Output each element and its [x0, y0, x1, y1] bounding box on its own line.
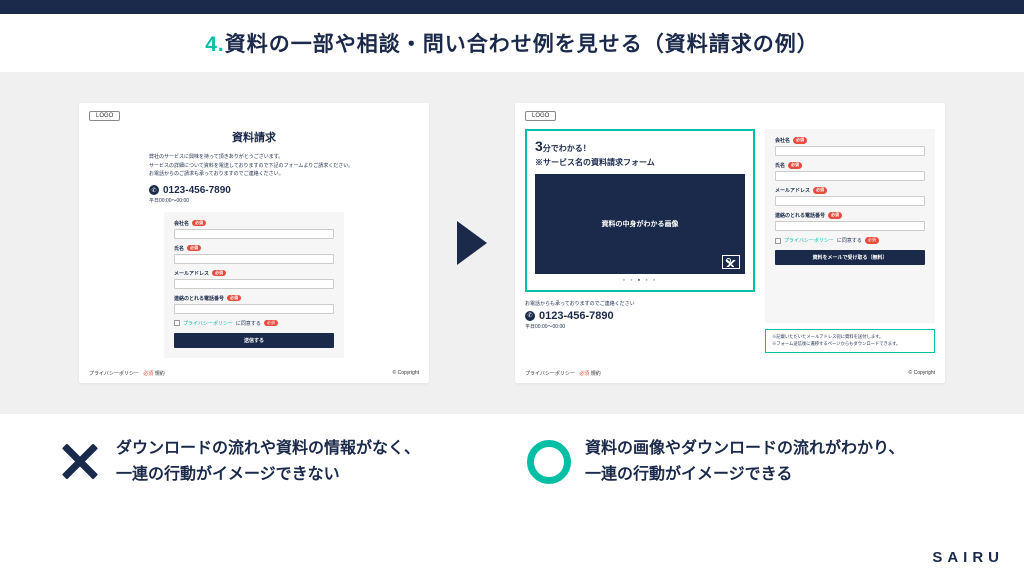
tel-number: 0123-456-7890 — [539, 310, 614, 322]
arrow-icon — [457, 221, 487, 265]
preview-column: 3分でわかる！※サービス名の資料請求フォーム 資料の中身がわかる画像 ● ● ●… — [525, 129, 755, 353]
note-box: ※記載いただいたメールアドレス宛に資料を送付します。 ※フォーム送信後に遷移する… — [765, 329, 935, 353]
name-input[interactable] — [775, 171, 925, 181]
image-icon — [722, 255, 740, 269]
hours: 平日00:00〜00:00 — [149, 197, 359, 204]
carousel-dots[interactable]: ● ● ● ● ● — [535, 277, 745, 282]
tel-row: ✆ 0123-456-7890 — [525, 310, 755, 322]
bad-text: ダウンロードの流れや資料の情報がなく、 一連の行動がイメージできない — [116, 436, 420, 487]
page-title: 4.資料の一部や相談・問い合わせ例を見せる（資料請求の例） — [0, 28, 1024, 58]
contact-text: お電話からも承っておりますのでご連絡ください — [525, 300, 755, 307]
name-input[interactable] — [174, 254, 334, 264]
submit-button[interactable]: 送信する — [174, 333, 334, 348]
company-input[interactable] — [775, 146, 925, 156]
intro-text: 弊社のサービスに興味を持って頂きありがとうございます。 サービスの詳細について資… — [149, 153, 359, 179]
phone-input[interactable] — [775, 221, 925, 231]
highlight-box: 3分でわかる！※サービス名の資料請求フォーム 資料の中身がわかる画像 ● ● ●… — [525, 129, 755, 292]
logo-badge: LOGO — [89, 111, 120, 121]
email-input[interactable] — [174, 279, 334, 289]
form-box: 会社名必須 氏名必須 メールアドレス必須 連絡のとれる電話番号必須 プライバシー… — [765, 129, 935, 323]
email-input[interactable] — [775, 196, 925, 206]
top-bar — [0, 0, 1024, 14]
preview-image: 資料の中身がわかる画像 — [535, 174, 745, 274]
good-column: 資料の画像やダウンロードの流れがわかり、 一連の行動がイメージできる — [527, 436, 966, 487]
o-icon — [527, 440, 571, 484]
logo-badge: LOGO — [525, 111, 556, 121]
hours: 平日00:00〜00:00 — [525, 323, 755, 330]
checkbox-icon[interactable] — [775, 238, 781, 244]
privacy-check-row[interactable]: プライバシーポリシーに同意する必須 — [174, 320, 334, 327]
comparison-stage: LOGO 資料請求 弊社のサービスに興味を持って頂きありがとうございます。 サー… — [0, 72, 1024, 414]
phone-icon: ✆ — [525, 311, 535, 321]
bad-column: ダウンロードの流れや資料の情報がなく、 一連の行動がイメージできない — [58, 436, 497, 487]
title-number: 4. — [205, 33, 225, 56]
phone-icon: ✆ — [149, 185, 159, 195]
before-panel: LOGO 資料請求 弊社のサービスに興味を持って頂きありがとうございます。 サー… — [79, 103, 429, 383]
panel-footer: プライバシーポリシー 必須 規約 © Copyright — [525, 370, 935, 377]
panel-footer: プライバシーポリシー 必須 規約 © Copyright — [89, 370, 419, 377]
privacy-check-row[interactable]: プライバシーポリシーに同意する必須 — [775, 237, 925, 244]
phone-input[interactable] — [174, 304, 334, 314]
company-input[interactable] — [174, 229, 334, 239]
title-text: 資料の一部や相談・問い合わせ例を見せる（資料請求の例） — [225, 33, 819, 56]
title-band: 4.資料の一部や相談・問い合わせ例を見せる（資料請求の例） — [0, 14, 1024, 72]
tel-number: 0123-456-7890 — [163, 185, 231, 196]
tel-row: ✆ 0123-456-7890 — [149, 185, 359, 196]
checkbox-icon[interactable] — [174, 320, 180, 326]
brand-logo: SAIRU — [932, 549, 1004, 566]
form-column: 会社名必須 氏名必須 メールアドレス必須 連絡のとれる電話番号必須 プライバシー… — [765, 129, 935, 353]
highlight-heading: 3分でわかる！※サービス名の資料請求フォーム — [535, 137, 745, 168]
x-icon — [58, 440, 102, 484]
good-text: 資料の画像やダウンロードの流れがわかり、 一連の行動がイメージできる — [585, 436, 904, 487]
submit-button[interactable]: 資料をメールで受け取る（無料） — [775, 250, 925, 265]
after-panel: LOGO 3分でわかる！※サービス名の資料請求フォーム 資料の中身がわかる画像 … — [515, 103, 945, 383]
summary-row: ダウンロードの流れや資料の情報がなく、 一連の行動がイメージできない 資料の画像… — [0, 414, 1024, 487]
form-title: 資料請求 — [79, 103, 429, 145]
form-box: 会社名必須 氏名必須 メールアドレス必須 連絡のとれる電話番号必須 プライバシー… — [164, 212, 344, 358]
